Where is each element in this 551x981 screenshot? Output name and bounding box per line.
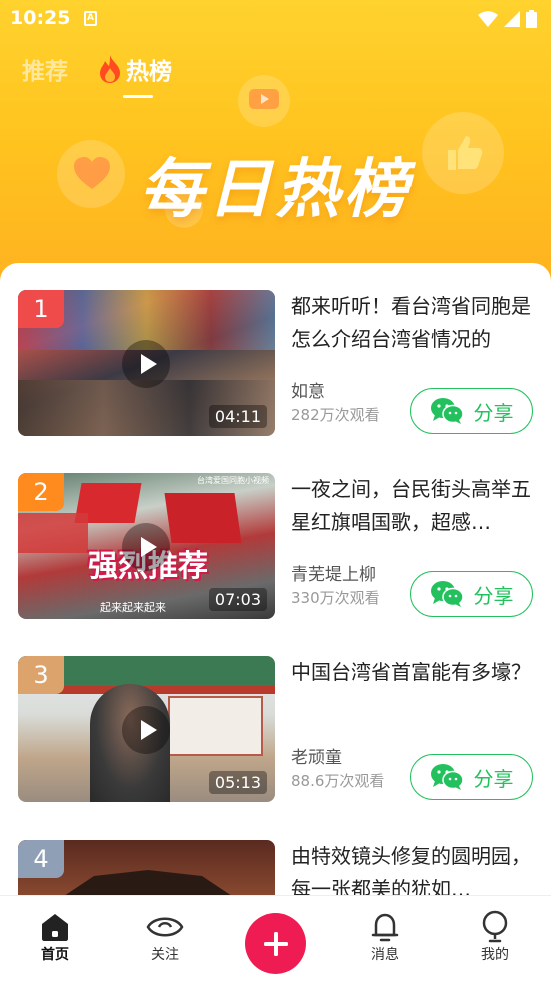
home-icon xyxy=(42,914,68,941)
video-author[interactable]: 老顽童 xyxy=(291,743,342,768)
bell-icon xyxy=(371,913,399,942)
video-thumbnail[interactable]: 3 05:13 xyxy=(18,656,275,802)
banner-title: 每日热榜 xyxy=(139,153,412,227)
bottom-nav: 首页 关注 消息 我的 xyxy=(0,895,551,981)
wechat-share-button[interactable]: 分享 xyxy=(410,571,533,617)
video-author[interactable]: 青芜堤上柳 xyxy=(291,560,376,585)
nav-messages-label: 消息 xyxy=(371,947,399,963)
list-item[interactable]: 2 台湾爱国同胞小视频 强烈推荐 起来起来起来 07:03 一夜之间，台民街头高… xyxy=(18,473,534,619)
wifi-icon xyxy=(478,11,498,27)
video-duration: 07:03 xyxy=(208,588,267,611)
video-title[interactable]: 中国台湾省首富能有多壕？ xyxy=(291,656,534,722)
video-views: 88.6万次观看 xyxy=(291,772,385,790)
share-label: 分享 xyxy=(473,400,514,425)
video-duration: 05:13 xyxy=(208,771,267,794)
video-bubble-icon xyxy=(249,89,279,109)
create-button[interactable] xyxy=(245,913,306,974)
tab-indicator xyxy=(123,95,153,98)
status-bar: 10:25 A xyxy=(0,0,551,40)
video-title[interactable]: 由特效镜头修复的圆明园，每一张都美的犹如… xyxy=(291,840,534,903)
nav-profile-label: 我的 xyxy=(481,947,509,963)
wechat-icon xyxy=(430,581,464,607)
video-duration: 04:11 xyxy=(208,405,267,428)
rank-badge: 2 xyxy=(18,473,64,511)
status-time: 10:25 xyxy=(10,7,71,29)
video-thumbnail[interactable]: 1 04:11 xyxy=(18,290,275,436)
play-icon[interactable] xyxy=(122,523,170,571)
thumb-top-caption: 台湾爱国同胞小视频 xyxy=(197,476,269,485)
status-indicators xyxy=(478,10,537,28)
nav-home[interactable]: 首页 xyxy=(20,910,90,964)
video-title[interactable]: 都来听听！看台湾省同胞是怎么介绍台湾省情况的 xyxy=(291,290,534,356)
video-author[interactable]: 如意 xyxy=(291,377,325,402)
video-thumbnail[interactable]: 2 台湾爱国同胞小视频 强烈推荐 起来起来起来 07:03 xyxy=(18,473,275,619)
hero-banner: 10:25 A 推荐 热榜 每日热榜 xyxy=(0,0,551,300)
nav-follow-label: 关注 xyxy=(151,947,179,963)
rank-badge: 4 xyxy=(18,840,64,878)
wechat-share-button[interactable]: 分享 xyxy=(410,754,533,800)
tab-hot-list-label: 热榜 xyxy=(126,59,172,85)
notification-icon: A xyxy=(84,11,97,26)
video-views: 330万次观看 xyxy=(291,589,380,607)
play-icon[interactable] xyxy=(122,706,170,754)
nav-profile[interactable]: 我的 xyxy=(460,910,530,964)
wechat-icon xyxy=(430,398,464,424)
signal-icon xyxy=(504,11,520,27)
wechat-icon xyxy=(430,764,464,790)
bulb-icon xyxy=(482,910,508,943)
list-item[interactable]: 1 04:11 都来听听！看台湾省同胞是怎么介绍台湾省情况的 如意 282万次观… xyxy=(18,290,534,436)
play-icon[interactable] xyxy=(122,340,170,388)
plus-icon xyxy=(263,931,288,956)
rank-badge: 1 xyxy=(18,290,64,328)
share-label: 分享 xyxy=(473,766,514,791)
rank-badge: 3 xyxy=(18,656,64,694)
nav-follow[interactable]: 关注 xyxy=(130,910,200,964)
video-title[interactable]: 一夜之间，台民街头高举五星红旗唱国歌，超感… xyxy=(291,473,534,539)
tab-hot-list[interactable]: 热榜 xyxy=(96,52,172,86)
hot-list: 1 04:11 都来听听！看台湾省同胞是怎么介绍台湾省情况的 如意 282万次观… xyxy=(0,263,551,903)
thumb-subtitle: 起来起来起来 xyxy=(100,601,166,614)
list-item[interactable]: 3 05:13 中国台湾省首富能有多壕？ 老顽童 88.6万次观看 分享 xyxy=(18,656,534,802)
nav-messages[interactable]: 消息 xyxy=(350,910,420,964)
tab-recommend[interactable]: 推荐 xyxy=(22,52,68,86)
video-thumbnail[interactable]: 4 xyxy=(18,840,275,903)
video-views: 282万次观看 xyxy=(291,406,380,424)
wechat-share-button[interactable]: 分享 xyxy=(410,388,533,434)
eye-icon xyxy=(146,917,184,937)
list-item[interactable]: 4 由特效镜头修复的圆明园，每一张都美的犹如… xyxy=(18,840,534,903)
nav-home-label: 首页 xyxy=(41,947,69,963)
battery-icon xyxy=(526,10,537,28)
share-label: 分享 xyxy=(473,583,514,608)
fire-icon xyxy=(100,55,120,83)
